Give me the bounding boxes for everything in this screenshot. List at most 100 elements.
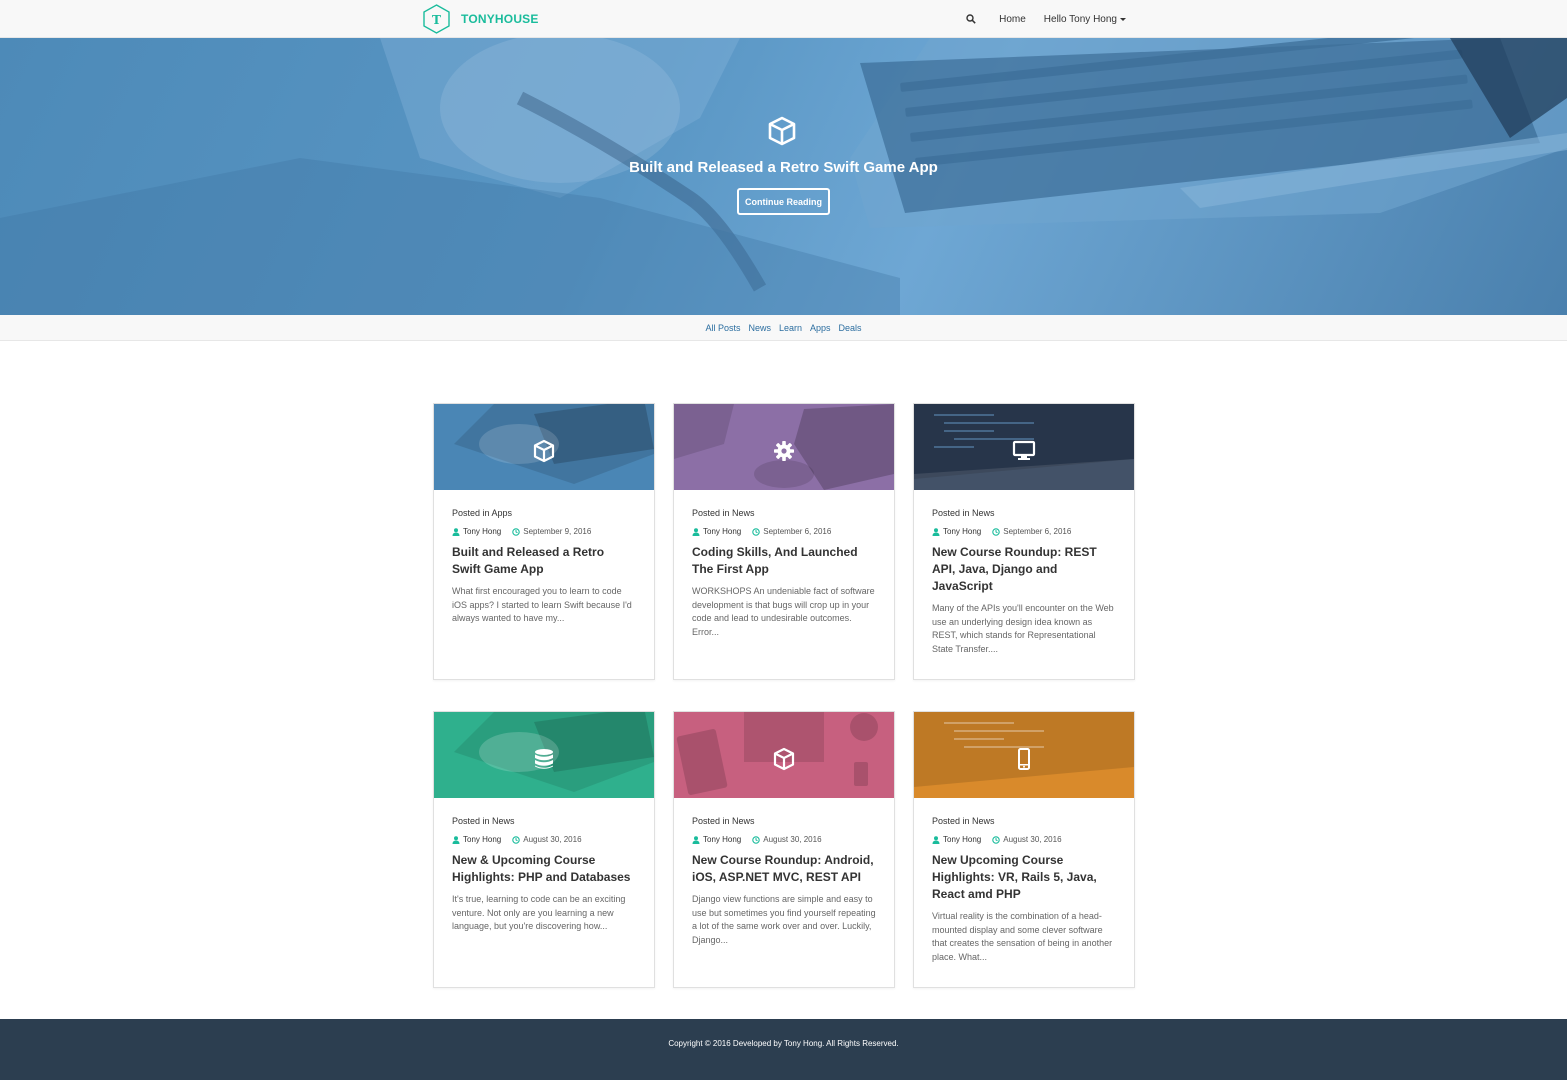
database-icon <box>535 749 553 769</box>
cube-icon <box>768 116 796 146</box>
post-category-line: Posted in News <box>692 508 876 518</box>
post-category-line: Posted in News <box>932 816 1116 826</box>
post-title[interactable]: New Course Roundup: REST API, Java, Djan… <box>932 544 1116 595</box>
brand-name: TONYHOUSE <box>461 12 539 26</box>
post-card: Posted in News Tony Hong August 30, 2016 Ne… <box>673 711 895 988</box>
gear-icon <box>774 441 794 461</box>
posted-in-label: Posted in <box>452 508 492 518</box>
user-icon <box>692 835 700 844</box>
user-icon <box>932 527 940 536</box>
post-thumbnail[interactable] <box>674 404 894 490</box>
clock-icon <box>992 835 1001 844</box>
posted-in-label: Posted in <box>692 508 733 518</box>
post-author[interactable]: Tony Hong <box>943 835 981 844</box>
post-thumbnail[interactable] <box>914 712 1134 798</box>
post-meta: Tony Hong August 30, 2016 <box>932 835 1116 844</box>
top-navbar: T TONYHOUSE Home Hello Tony Hong <box>0 0 1567 38</box>
hero-banner: Built and Released a Retro Swift Game Ap… <box>0 38 1567 315</box>
post-category-link[interactable]: News <box>972 508 995 518</box>
post-excerpt: What first encouraged you to learn to co… <box>452 586 632 623</box>
post-date: August 30, 2016 <box>523 835 582 844</box>
post-date: September 6, 2016 <box>763 527 832 536</box>
category-deals[interactable]: Deals <box>839 323 862 333</box>
post-author[interactable]: Tony Hong <box>703 835 741 844</box>
post-card-body: Posted in News Tony Hong August 30, 2016 Ne… <box>434 798 654 934</box>
post-category-line: Posted in Apps <box>452 508 636 518</box>
brand-logo-icon: T <box>423 4 450 34</box>
user-icon <box>692 527 700 536</box>
footer: Copyright © 2016 Developed by Tony Hong.… <box>0 1019 1567 1080</box>
post-date: September 9, 2016 <box>523 527 592 536</box>
category-learn[interactable]: Learn <box>779 323 802 333</box>
clock-icon <box>992 527 1001 536</box>
post-excerpt: Django view functions are simple and eas… <box>692 894 876 945</box>
post-thumbnail[interactable] <box>434 404 654 490</box>
post-card: Posted in News Tony Hong August 30, 2016 Ne… <box>913 711 1135 988</box>
clock-icon <box>752 835 761 844</box>
post-card-body: Posted in News Tony Hong August 30, 2016 Ne… <box>674 798 894 947</box>
post-excerpt: It's true, learning to code can be an ex… <box>452 894 626 931</box>
post-author[interactable]: Tony Hong <box>463 527 501 536</box>
category-filter-bar: All Posts News Learn Apps Deals <box>0 315 1567 341</box>
post-meta: Tony Hong September 9, 2016 <box>452 527 636 536</box>
post-meta: Tony Hong August 30, 2016 <box>452 835 636 844</box>
post-card: Posted in News Tony Hong September 6, 2016… <box>913 403 1135 680</box>
nav-right: Home Hello Tony Hong <box>966 0 1126 38</box>
posted-in-label: Posted in <box>932 816 973 826</box>
post-category-line: Posted in News <box>692 816 876 826</box>
continue-reading-button[interactable]: Continue Reading <box>737 188 830 215</box>
post-category-link[interactable]: News <box>492 816 515 826</box>
post-author[interactable]: Tony Hong <box>463 835 501 844</box>
post-title[interactable]: Coding Skills, And Launched The First Ap… <box>692 544 876 578</box>
cube-icon <box>533 439 555 463</box>
post-category-link[interactable]: News <box>732 816 755 826</box>
post-meta: Tony Hong September 6, 2016 <box>692 527 876 536</box>
post-card: Posted in News Tony Hong August 30, 2016 Ne… <box>433 711 655 988</box>
user-icon <box>452 527 460 536</box>
post-meta: Tony Hong September 6, 2016 <box>932 527 1116 536</box>
post-author[interactable]: Tony Hong <box>943 527 981 536</box>
post-thumbnail[interactable] <box>674 712 894 798</box>
post-title[interactable]: New & Upcoming Course Highlights: PHP an… <box>452 852 636 886</box>
post-title[interactable]: New Course Roundup: Android, iOS, ASP.NE… <box>692 852 876 886</box>
post-date: August 30, 2016 <box>763 835 822 844</box>
post-card: Posted in News Tony Hong September 6, 2016… <box>673 403 895 680</box>
post-excerpt: Virtual reality is the combination of a … <box>932 911 1113 962</box>
clock-icon <box>512 835 521 844</box>
user-menu-dropdown[interactable]: Hello Tony Hong <box>1044 14 1126 25</box>
clock-icon <box>752 527 761 536</box>
search-icon[interactable] <box>966 12 980 26</box>
caret-down-icon <box>1120 17 1126 21</box>
nav-home-link[interactable]: Home <box>999 14 1026 25</box>
post-title[interactable]: New Upcoming Course Highlights: VR, Rail… <box>932 852 1116 903</box>
post-card: Posted in Apps Tony Hong September 9, 2016… <box>433 403 655 680</box>
hero-background-image <box>0 38 1567 315</box>
post-thumbnail[interactable] <box>434 712 654 798</box>
svg-text:T: T <box>432 13 441 27</box>
post-date: August 30, 2016 <box>1003 835 1062 844</box>
brand-link[interactable]: T TONYHOUSE <box>423 4 539 34</box>
desktop-icon <box>1012 440 1036 460</box>
post-category-link[interactable]: News <box>732 508 755 518</box>
category-apps[interactable]: Apps <box>810 323 831 333</box>
user-menu-label: Hello Tony Hong <box>1043 13 1117 25</box>
post-category-line: Posted in News <box>452 816 636 826</box>
post-card-body: Posted in News Tony Hong September 6, 2016… <box>674 490 894 639</box>
post-category-link[interactable]: News <box>972 816 995 826</box>
clock-icon <box>512 527 521 536</box>
post-excerpt: Many of the APIs you'll encounter on the… <box>932 603 1114 654</box>
post-title[interactable]: Built and Released a Retro Swift Game Ap… <box>452 544 636 578</box>
posted-in-label: Posted in <box>692 816 733 826</box>
category-all-posts[interactable]: All Posts <box>705 323 740 333</box>
post-category-link[interactable]: Apps <box>492 508 513 518</box>
post-thumbnail[interactable] <box>914 404 1134 490</box>
post-date: September 6, 2016 <box>1003 527 1072 536</box>
post-excerpt: WORKSHOPS An undeniable fact of software… <box>692 586 875 637</box>
post-card-body: Posted in News Tony Hong September 6, 2016… <box>914 490 1134 656</box>
category-news[interactable]: News <box>748 323 771 333</box>
cube-icon <box>773 747 795 771</box>
post-category-line: Posted in News <box>932 508 1116 518</box>
user-icon <box>932 835 940 844</box>
hero-title: Built and Released a Retro Swift Game Ap… <box>629 159 938 176</box>
post-author[interactable]: Tony Hong <box>703 527 741 536</box>
